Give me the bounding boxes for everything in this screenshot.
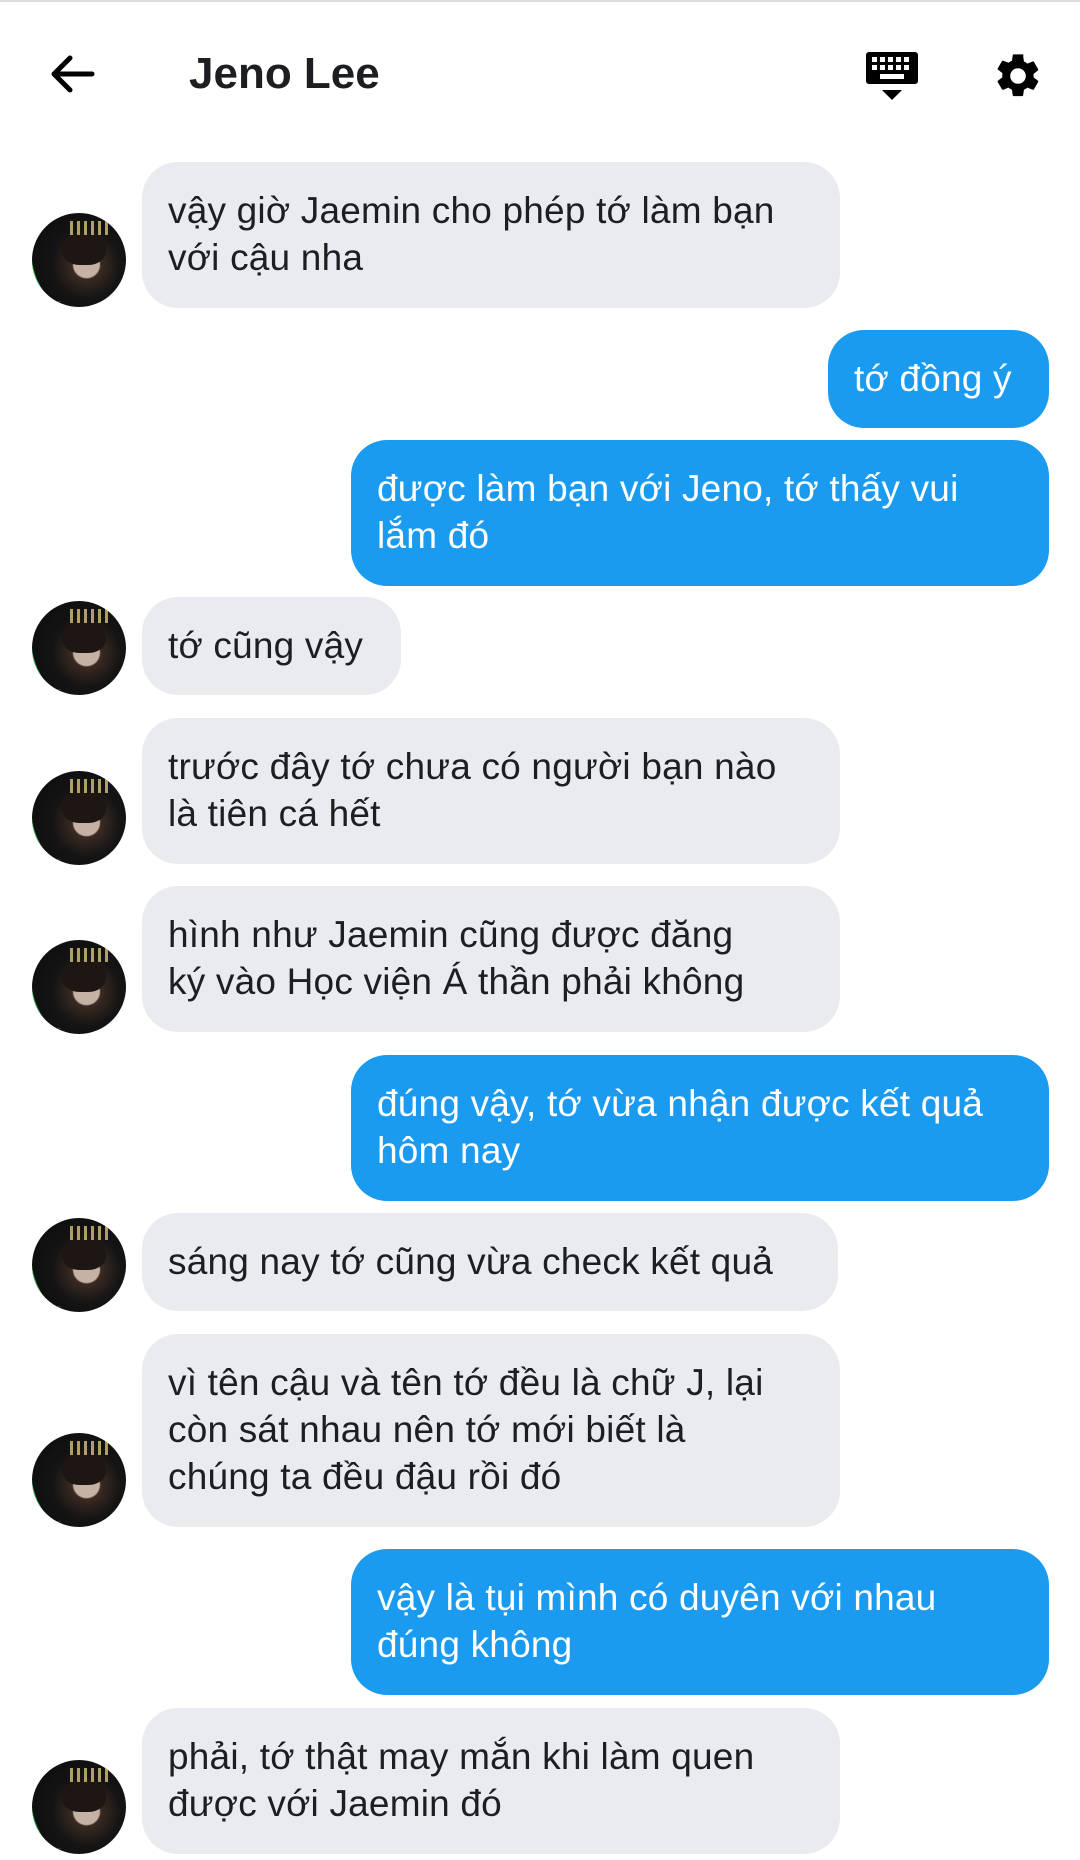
incoming-message[interactable]: tớ cũng vậy — [142, 597, 401, 695]
contact-avatar[interactable] — [32, 940, 126, 1034]
contact-name: Jeno Lee — [189, 49, 380, 98]
outgoing-message[interactable]: vậy là tụi mình có duyên với nhau đúng k… — [351, 1549, 1049, 1695]
incoming-message[interactable]: hình như Jaemin cũng được đăng ký vào Họ… — [142, 886, 840, 1032]
keyboard-hide-icon — [866, 52, 918, 100]
contact-avatar[interactable] — [32, 1433, 126, 1527]
settings-button[interactable] — [986, 46, 1050, 106]
contact-avatar[interactable] — [32, 771, 126, 865]
chat-header: Jeno Lee — [0, 0, 1080, 150]
arrow-left-icon — [51, 55, 95, 93]
outgoing-message[interactable]: tớ đồng ý — [828, 330, 1049, 428]
outgoing-message[interactable]: đúng vậy, tớ vừa nhận được kết quả hôm n… — [351, 1055, 1049, 1201]
gear-icon — [997, 54, 1039, 97]
keyboard-toggle-button[interactable] — [860, 46, 924, 106]
contact-avatar[interactable] — [32, 213, 126, 307]
back-button[interactable] — [40, 46, 104, 102]
outgoing-message[interactable]: được làm bạn với Jeno, tớ thấy vui lắm đ… — [351, 440, 1049, 586]
incoming-message[interactable]: trước đây tớ chưa có người bạn nào là ti… — [142, 718, 840, 864]
incoming-message[interactable]: sáng nay tớ cũng vừa check kết quả — [142, 1213, 838, 1311]
contact-avatar[interactable] — [32, 601, 126, 695]
incoming-message[interactable]: phải, tớ thật may mắn khi làm quen được … — [142, 1708, 840, 1854]
contact-avatar[interactable] — [32, 1760, 126, 1854]
incoming-message[interactable]: vì tên cậu và tên tớ đều là chữ J, lại c… — [142, 1334, 840, 1527]
incoming-message[interactable]: vậy giờ Jaemin cho phép tớ làm bạn với c… — [142, 162, 840, 308]
contact-avatar[interactable] — [32, 1218, 126, 1312]
